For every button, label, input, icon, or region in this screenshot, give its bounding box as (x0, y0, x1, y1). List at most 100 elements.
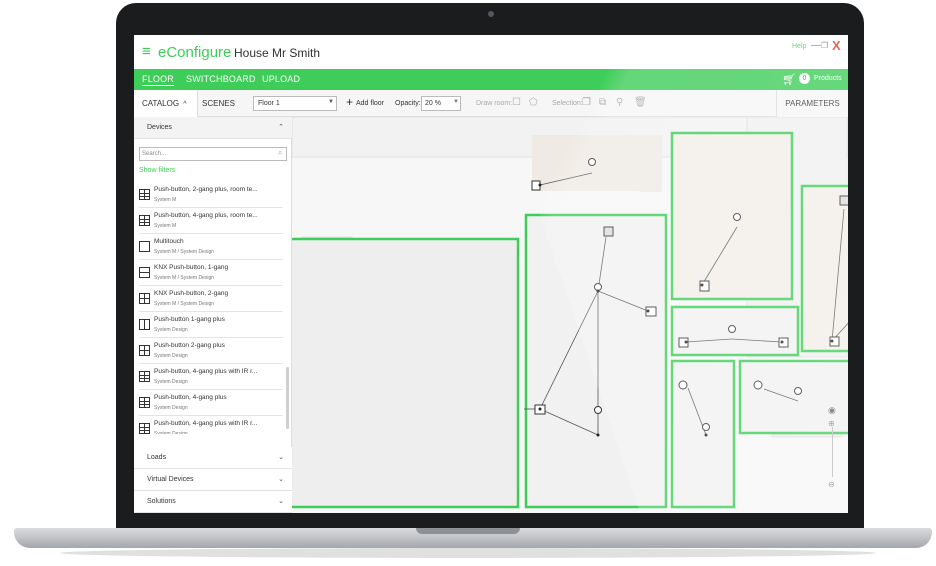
sidebar-scrollbar[interactable] (286, 367, 289, 429)
laptop-stage: ≡ eConfigure House Mr Smith Help — ❐ X F… (0, 0, 936, 566)
catalog-sidebar: Devices ⌃ Search... ⌕ Show filters Push-… (134, 117, 292, 513)
push-button-icon (139, 267, 150, 278)
device-list-item[interactable]: Push-button, 4-gang plus with IR r... Sys… (134, 416, 286, 434)
opacity-label: Opacity: (395, 100, 421, 107)
zoom-slider[interactable] (832, 427, 833, 477)
tab-catalog[interactable]: CATALOG ^ (134, 90, 198, 117)
thermostat-icon (839, 195, 848, 206)
draw-rectangle-icon[interactable]: ☐ (512, 97, 521, 108)
device-list-item[interactable]: Push-button 2-gang plus System Design (134, 338, 286, 364)
copy-icon[interactable]: ❐ (582, 97, 591, 108)
device-system: System Design (154, 353, 188, 359)
device-system: System Design (154, 405, 188, 411)
bulb-icon (794, 387, 802, 395)
devices-label: Devices (147, 124, 172, 131)
search-input[interactable]: Search... (139, 147, 287, 161)
device-system: System Design (154, 327, 188, 333)
push-button-icon (139, 293, 150, 304)
device-system: System Design (154, 379, 188, 385)
main-nav: FLOOR SWITCHBOARD UPLOAD 🛒︎ 0 Products (134, 69, 848, 90)
device-list-item[interactable]: Push-button, 4-gang plus with IR r... Sys… (134, 364, 286, 390)
tab-scenes[interactable]: SCENES (202, 90, 235, 117)
device-list-item[interactable]: Multitouch System M / System Design (134, 234, 286, 260)
close-button[interactable]: X (832, 38, 841, 53)
device-name: Push-button 1-gang plus (154, 316, 225, 323)
floor-plan-canvas[interactable]: ◉ ⊕ ⊖ (292, 117, 848, 513)
device-name: Push-button, 4-gang plus (154, 394, 227, 401)
device-list: Push-button, 2-gang plus, room te... Syst… (134, 182, 292, 434)
device-list-item[interactable]: Push-button 1-gang plus System Design (134, 312, 286, 338)
push-button-icon (139, 397, 150, 408)
device-list-item[interactable]: Push-button, 4-gang plus, room te... Syst… (134, 208, 286, 234)
device-system: System M (154, 197, 177, 203)
device-system: System M / System Design (154, 249, 215, 255)
device-system: System M / System Design (154, 301, 215, 307)
push-button-icon (139, 345, 150, 356)
devices-header[interactable]: Devices ⌃ (134, 117, 292, 139)
products-link[interactable]: Products (814, 75, 842, 82)
add-floor-button[interactable]: Add floor (356, 100, 384, 107)
laptop-notch (416, 528, 520, 534)
push-button-icon (139, 215, 150, 226)
app-name: eConfigure (158, 44, 232, 61)
room-outlines (292, 131, 848, 509)
device-system: System M / System Design (154, 275, 215, 281)
device-list-item[interactable]: KNX Push-button, 1-gang System M / System… (134, 260, 286, 286)
device-name: Push-button 2-gang plus (154, 342, 225, 349)
loads-header[interactable]: Loads ⌄ (134, 447, 292, 469)
minimize-button[interactable]: — (811, 40, 821, 51)
virtual-devices-header[interactable]: Virtual Devices ⌄ (134, 469, 292, 491)
sensor-icon (753, 380, 763, 390)
room-bedroom-2[interactable] (800, 184, 848, 353)
push-button-icon (139, 423, 150, 434)
tab-floor[interactable]: FLOOR (142, 74, 175, 86)
delete-icon[interactable]: 🗑︎ (634, 97, 647, 108)
cart-count-badge: 0 (799, 73, 810, 84)
room-left[interactable] (292, 237, 520, 509)
device-name: Push-button, 4-gang plus with IR r... (154, 368, 258, 375)
chevron-down-icon: ⌄ (278, 498, 284, 505)
format-icon[interactable]: ⚲ (616, 97, 623, 108)
help-link[interactable]: Help (792, 43, 806, 50)
tab-switchboard[interactable]: SWITCHBOARD (186, 74, 256, 84)
solutions-header[interactable]: Solutions ⌄ (134, 491, 292, 513)
show-filters-link[interactable]: Show filters (139, 167, 175, 174)
device-list-item[interactable]: Push-button, 4-gang plus System Design (134, 390, 286, 416)
loads-label: Loads (147, 454, 167, 461)
device-name: Push-button, 4-gang plus, room te... (154, 212, 258, 219)
plus-icon[interactable]: + (346, 95, 353, 109)
catalog-label: CATALOG (142, 99, 180, 108)
sensor-icon (678, 380, 688, 390)
bulb-icon (594, 283, 602, 291)
device-system: System M (154, 223, 177, 229)
room-living[interactable] (524, 213, 668, 509)
device-name: Push-button, 4-gang plus with IR r... (154, 420, 258, 427)
device-name: KNX Push-button, 1-gang (154, 264, 229, 271)
eye-icon[interactable]: ◉ (828, 405, 836, 416)
maximize-button[interactable]: ❐ (821, 41, 828, 50)
zoom-out-icon[interactable]: ⊖ (828, 480, 835, 489)
chevron-down-icon: ⌄ (278, 476, 284, 483)
laptop-shadow (60, 548, 876, 558)
device-system: System Design (154, 431, 188, 434)
menu-icon[interactable]: ≡ (142, 44, 151, 59)
push-button-icon (139, 319, 150, 330)
switch-icon (778, 337, 789, 348)
device-name: Push-button, 2-gang plus, room te... (154, 186, 258, 193)
draw-polygon-icon[interactable]: ⬠ (529, 97, 538, 108)
chevron-down-icon: ▼ (328, 99, 334, 105)
device-list-item[interactable]: Push-button, 2-gang plus, room te... Syst… (134, 182, 286, 208)
tab-parameters[interactable]: PARAMETERS (776, 90, 848, 117)
push-button-icon (139, 371, 150, 382)
device-name: Multitouch (154, 238, 184, 245)
floor-select[interactable]: Floor 1 (253, 96, 337, 111)
paste-icon[interactable]: ⧉ (599, 97, 606, 108)
room-bedroom-1[interactable] (670, 131, 794, 301)
floor-plan-svg (292, 117, 848, 509)
device-name: KNX Push-button, 2-gang (154, 290, 229, 297)
tab-upload[interactable]: UPLOAD (262, 74, 300, 84)
bulb-icon (728, 325, 736, 333)
device-list-item[interactable]: KNX Push-button, 2-gang System M / System… (134, 286, 286, 312)
title-bar: ≡ eConfigure House Mr Smith Help — ❐ X (134, 35, 848, 69)
cart-icon[interactable]: 🛒︎ (782, 73, 796, 86)
